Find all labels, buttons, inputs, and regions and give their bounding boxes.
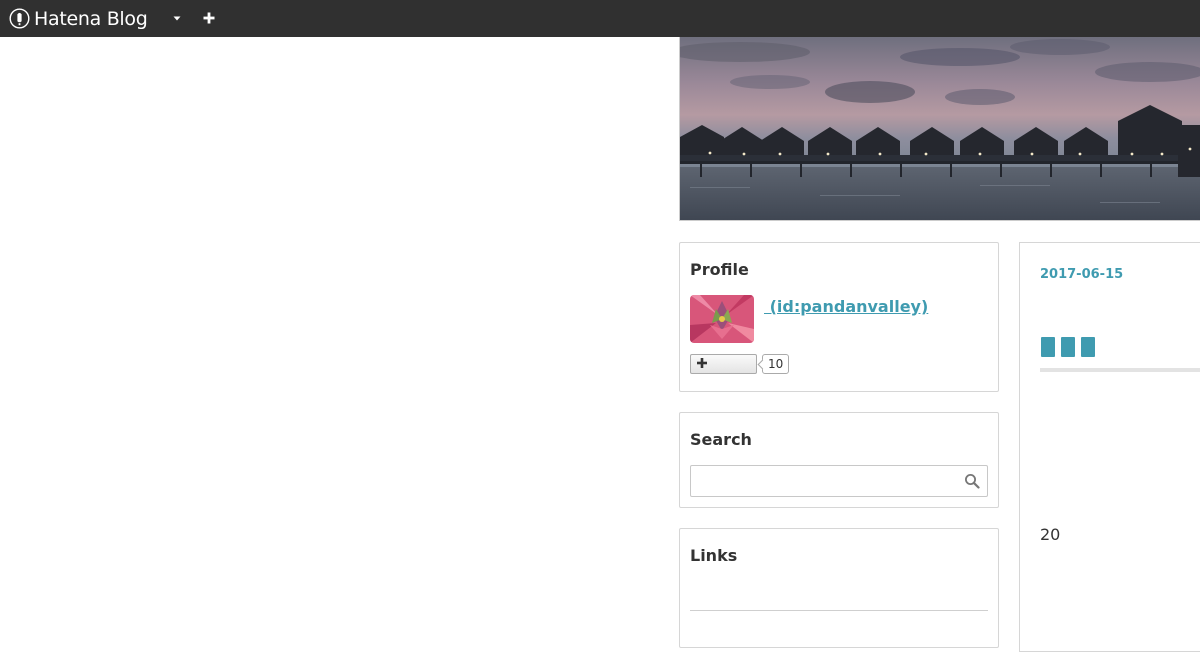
links-divider <box>690 610 988 611</box>
blog-menu-dropdown[interactable] <box>168 9 186 27</box>
caret-down-icon <box>173 16 181 20</box>
profile-module: Profile (id:pandanvalley) 10 <box>679 242 999 392</box>
search-title: Search <box>690 430 752 449</box>
entry-body-text: 20 <box>1040 525 1061 544</box>
search-input[interactable] <box>691 466 961 496</box>
entry-title-glyph <box>1061 337 1075 357</box>
search-box <box>690 465 988 497</box>
hatena-logo-icon <box>9 8 30 29</box>
entry-date-link[interactable]: 2017-06-15 <box>1040 267 1123 282</box>
follower-count[interactable]: 10 <box>762 354 790 374</box>
links-module: Links <box>679 528 999 648</box>
entry-title-glyph <box>1081 337 1095 357</box>
avatar[interactable] <box>690 295 754 343</box>
plus-icon <box>203 12 215 24</box>
brand-name: Hatena Blog <box>34 7 148 30</box>
plus-icon <box>697 358 707 368</box>
hatena-blog-home-link[interactable]: Hatena Blog <box>9 0 148 37</box>
links-title: Links <box>690 546 738 565</box>
follow-button[interactable] <box>690 354 757 374</box>
search-module: Search <box>679 412 999 508</box>
entry-title-glyph <box>1041 337 1055 357</box>
avatar-image <box>690 295 754 343</box>
global-header: Hatena Blog <box>0 0 1200 37</box>
header-photo <box>680 37 1200 220</box>
entry-article: 2017-06-15 20 <box>1019 242 1200 652</box>
new-post-button[interactable] <box>200 9 218 27</box>
profile-title: Profile <box>690 260 749 279</box>
search-icon[interactable] <box>964 473 980 489</box>
entry-title-placeholder[interactable] <box>1041 337 1095 357</box>
blog-header-image[interactable] <box>679 37 1200 221</box>
entry-title-underline <box>1040 368 1200 372</box>
profile-id-link[interactable]: (id:pandanvalley) <box>764 297 929 316</box>
